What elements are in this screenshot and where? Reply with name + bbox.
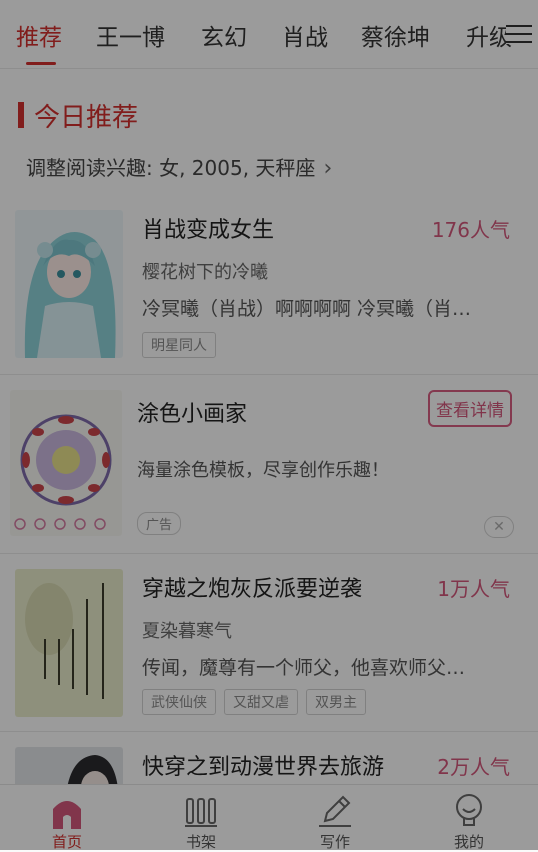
nav-label: 书架	[185, 833, 216, 851]
bookshelf-icon	[185, 798, 217, 827]
book-popularity: 176人气	[431, 218, 510, 242]
ad-description: 海量涂色模板，尽享创作乐趣！	[137, 460, 389, 481]
menu-icon[interactable]	[506, 22, 532, 44]
book-description: 冷冥曦（肖战）啊啊啊啊 冷冥曦（肖…	[142, 298, 472, 320]
book-tag: 又甜又虐	[224, 689, 298, 715]
book-popularity: 2万人气	[437, 755, 510, 779]
book-title: 快穿之到动漫世界去旅游	[142, 755, 385, 780]
chevron-right-icon: ›	[323, 156, 333, 181]
bottom-navigation: 首页 书架 写作 我的	[0, 784, 538, 851]
book-cover	[15, 569, 123, 717]
nav-label: 写作	[319, 833, 350, 851]
book-tag: 明星同人	[142, 332, 216, 358]
book-cover	[15, 210, 123, 358]
section-title: 今日推荐	[34, 103, 139, 133]
nav-profile[interactable]: 我的	[402, 785, 536, 851]
interest-text: 调整阅读兴趣: 女, 2005, 天秤座	[26, 156, 316, 180]
book-popularity: 1万人气	[437, 577, 510, 601]
book-author: 樱花树下的冷曦	[142, 262, 268, 283]
ad-image	[10, 390, 122, 536]
book-title: 穿越之炮灰反派要逆袭	[142, 577, 363, 602]
nav-label: 我的	[453, 833, 484, 851]
book-author: 夏染暮寒气	[142, 621, 232, 642]
book-description: 传闻，魔尊有一个师父，他喜欢师父…	[142, 657, 466, 679]
book-title: 肖战变成女生	[142, 218, 275, 243]
book-card[interactable]: 快穿之到动漫世界去旅游 2万人气	[0, 733, 538, 784]
divider	[0, 553, 538, 554]
tab-xiao-zhan[interactable]: 肖战	[282, 18, 328, 52]
nav-bookshelf[interactable]: 书架	[134, 785, 268, 851]
divider	[0, 374, 538, 375]
pen-icon	[319, 795, 351, 827]
nav-label: 首页	[51, 833, 82, 851]
tab-recommend[interactable]: 推荐	[16, 18, 62, 52]
active-tab-indicator	[26, 62, 56, 65]
tab-wang-yibo[interactable]: 王一博	[96, 18, 165, 52]
book-card[interactable]: 肖战变成女生 176人气 樱花树下的冷曦 冷冥曦（肖战）啊啊啊啊 冷冥曦（肖… …	[0, 196, 538, 372]
divider	[0, 731, 538, 732]
book-card[interactable]: 穿越之炮灰反派要逆袭 1万人气 夏染暮寒气 传闻，魔尊有一个师父，他喜欢师父… …	[0, 555, 538, 730]
adjust-interest-link[interactable]: 调整阅读兴趣: 女, 2005, 天秤座 ›	[26, 152, 332, 181]
tab-xuanhuan[interactable]: 玄幻	[201, 18, 247, 52]
tab-cai-xukun[interactable]: 蔡徐坤	[361, 18, 430, 52]
home-icon	[53, 801, 81, 829]
ad-title: 涂色小画家	[137, 402, 248, 427]
close-ad-icon[interactable]: ✕	[484, 516, 514, 538]
section-marker	[18, 102, 24, 128]
book-cover	[15, 747, 123, 784]
profile-icon	[456, 794, 482, 826]
book-tags: 明星同人	[142, 332, 216, 358]
category-tab-bar: 推荐 王一博 玄幻 肖战 蔡徐坤 升级	[0, 0, 538, 69]
book-tag: 双男主	[306, 689, 366, 715]
ad-badge: 广告	[137, 512, 182, 535]
book-tag: 武侠仙侠	[142, 689, 216, 715]
nav-write[interactable]: 写作	[268, 785, 402, 851]
view-details-button[interactable]: 查看详情	[428, 390, 512, 427]
book-tags: 武侠仙侠 又甜又虐 双男主	[142, 689, 366, 715]
nav-home[interactable]: 首页	[0, 785, 134, 851]
